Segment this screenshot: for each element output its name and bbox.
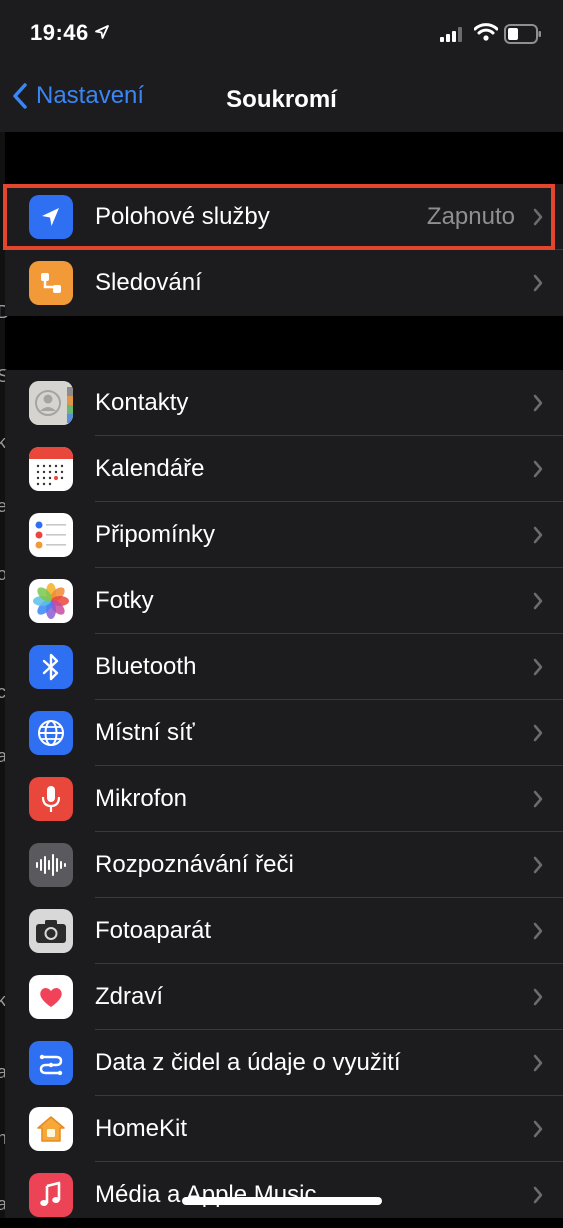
photos-icon (29, 579, 73, 623)
settings-row-bluetooth[interactable]: Bluetooth (5, 634, 563, 700)
chevron-right-icon (533, 1120, 543, 1138)
chevron-right-icon (533, 274, 543, 292)
chevron-right-icon (533, 922, 543, 940)
settings-row-speech-recognition[interactable]: Rozpoznávání řeči (5, 832, 563, 898)
settings-row-reminders[interactable]: Připomínky (5, 502, 563, 568)
chevron-right-icon (533, 658, 543, 676)
calendar-icon (29, 447, 73, 491)
chevron-right-icon (533, 394, 543, 412)
settings-row-media-apple-music[interactable]: Média a Apple Music (5, 1162, 563, 1228)
chevron-right-icon (533, 1186, 543, 1204)
globe-icon (29, 711, 73, 755)
settings-row-health[interactable]: Zdraví (5, 964, 563, 1030)
row-label: Fotoaparát (95, 917, 212, 944)
waveform-icon (29, 843, 73, 887)
row-label: Fotky (95, 587, 154, 614)
chevron-right-icon (533, 790, 543, 808)
home-icon (29, 1107, 73, 1151)
reminders-icon (29, 513, 73, 557)
status-time: 19:46 (30, 20, 89, 45)
settings-row-microphone[interactable]: Mikrofon (5, 766, 563, 832)
row-label: HomeKit (95, 1115, 188, 1142)
settings-row-homekit[interactable]: HomeKit (5, 1096, 563, 1162)
row-label: Připomínky (95, 521, 216, 548)
chevron-right-icon (533, 856, 543, 874)
row-label: Bluetooth (95, 653, 197, 680)
location-arrow-icon (29, 195, 73, 239)
settings-row-location-services[interactable]: Polohové služby Zapnuto (5, 184, 563, 250)
contacts-icon (29, 381, 73, 425)
chevron-right-icon (533, 460, 543, 478)
row-label: Data z čidel a údaje o využití (95, 1049, 401, 1076)
page-title: Soukromí (226, 86, 337, 113)
settings-row-calendars[interactable]: Kalendáře (5, 436, 563, 502)
sensor-data-icon (29, 1041, 73, 1085)
chevron-right-icon (533, 208, 543, 226)
music-note-icon (29, 1173, 73, 1217)
row-label: Kalendáře (95, 455, 205, 482)
location-tracking-group: Polohové služby Zapnuto Sledování (5, 184, 563, 316)
chevron-right-icon (533, 526, 543, 544)
chevron-right-icon (533, 1054, 543, 1072)
row-label: Rozpoznávání řeči (95, 851, 294, 878)
row-label: Sledování (95, 269, 202, 296)
bluetooth-icon (29, 645, 73, 689)
settings-row-local-network[interactable]: Místní síť (5, 700, 563, 766)
camera-icon (29, 909, 73, 953)
row-value: Zapnuto (426, 203, 515, 230)
wifi-icon (474, 23, 498, 41)
tracking-icon (29, 261, 73, 305)
row-label: Kontakty (95, 389, 189, 416)
row-label: Mikrofon (95, 785, 188, 812)
microphone-icon (29, 777, 73, 821)
cellular-signal-icon (440, 27, 462, 42)
battery-icon (504, 24, 541, 44)
chevron-right-icon (533, 724, 543, 742)
settings-row-photos[interactable]: Fotky (5, 568, 563, 634)
row-label: Zdraví (95, 983, 164, 1010)
row-label: Místní síť (95, 719, 195, 746)
settings-row-tracking[interactable]: Sledování (5, 250, 563, 316)
home-indicator[interactable] (182, 1197, 382, 1205)
settings-row-sensor-data[interactable]: Data z čidel a údaje o využití (5, 1030, 563, 1096)
settings-row-camera[interactable]: Fotoaparát (5, 898, 563, 964)
location-arrow-icon (95, 25, 109, 39)
heart-icon (29, 975, 73, 1019)
row-label: Polohové služby (95, 203, 270, 230)
app-permissions-group: Kontakty Kalendáře Připomínky Fotky Blue… (5, 370, 563, 1218)
chevron-right-icon (533, 592, 543, 610)
settings-row-contacts[interactable]: Kontakty (5, 370, 563, 436)
chevron-right-icon (533, 988, 543, 1006)
